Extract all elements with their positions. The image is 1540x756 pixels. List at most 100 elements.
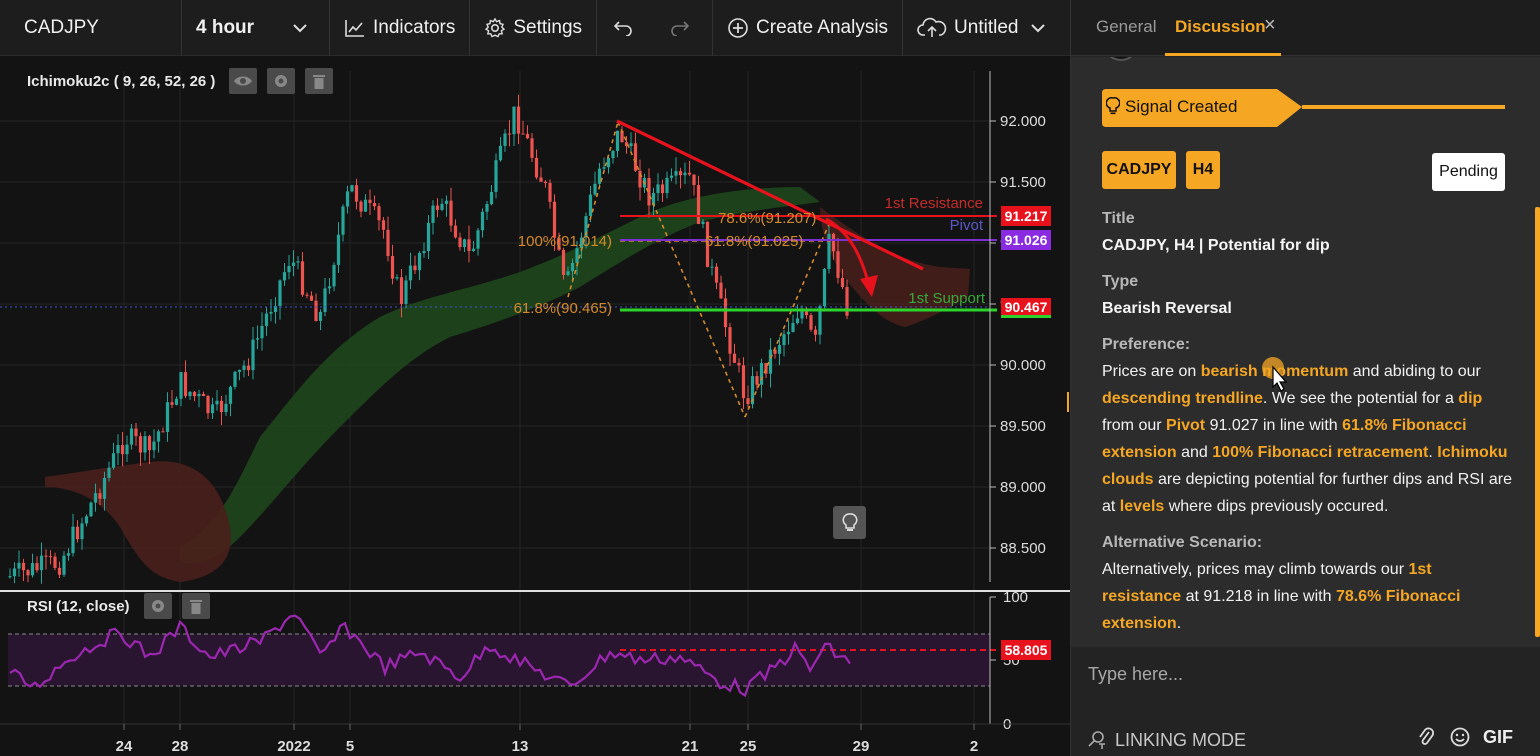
candle-body [327,286,332,289]
candle-body [336,234,341,265]
chart-toolbar: CADJPY 4 hour Indicators Settings Create… [0,0,1070,56]
text-run: from our [1102,417,1167,434]
close-icon[interactable]: × [1264,14,1276,37]
time-axis[interactable]: 24 28 2022 5 13 21 25 29 2 [116,724,979,755]
candle-body [219,400,224,413]
highlight-run[interactable]: descending trendline [1102,390,1263,407]
candle-body [674,171,678,176]
candle-body [449,200,453,226]
candle-body [597,168,602,184]
candle-body [804,311,809,316]
candle-body [287,266,291,273]
candle-body [453,225,458,238]
preference-label: Preference: [1102,336,1191,353]
create-analysis-label: Create Analysis [756,16,889,38]
fib-100-label: 100%(91.014) [518,233,612,250]
highlight-run[interactable]: 100% Fibonacci retracement [1212,444,1428,461]
highlight-run[interactable]: levels [1120,498,1164,515]
candle-body [570,262,575,272]
price-chart[interactable]: 1st Resistance Pivot 1st Support 78.6%(9… [0,57,1070,756]
rsi-settings-gear-icon[interactable] [143,593,172,619]
candle-body [458,237,462,248]
candle-body [512,106,516,135]
indicators-label: Indicators [373,16,456,38]
rsi-tick-label: 100 [1003,589,1028,606]
candle-body [723,298,728,328]
candle-body [525,133,530,139]
candle-body [629,143,633,147]
candle-body [237,369,242,372]
undo-button[interactable] [597,0,655,56]
candle-body [323,288,327,312]
reply-input[interactable] [1071,648,1540,700]
paperclip-icon[interactable] [1417,726,1435,748]
tab-general[interactable]: General [1096,17,1156,37]
text-run: and [1176,444,1213,461]
signal-created-label: Signal Created [1106,97,1237,117]
layout-selector[interactable]: Untitled [903,0,1067,56]
text-run: 91.027 in line with [1205,417,1343,434]
symbol-selector[interactable]: CADJPY [0,0,182,56]
type-label: Type [1102,273,1139,290]
candle-body [201,393,206,397]
composer-toolbar: LINKING MODE GIF [1071,718,1540,756]
candle-body [809,315,813,330]
indicators-button[interactable]: Indicators [330,0,471,56]
candle-body [170,402,174,405]
lightbulb-icon[interactable] [833,506,866,539]
linking-mode-label[interactable]: LINKING MODE [1115,730,1246,751]
candle-body [741,365,746,399]
candle-body [444,200,449,204]
candle-body [62,555,66,575]
rsi-study-label: RSI (12, close) [27,597,130,615]
create-analysis-button[interactable]: Create Analysis [713,0,904,56]
candle-body [746,398,750,405]
candle-body [516,106,521,134]
candle-body [660,184,665,194]
candle-body [782,334,786,346]
eye-icon[interactable] [229,68,258,94]
candle-body [386,229,390,257]
time-tick-label: 28 [172,738,189,755]
study-trash-icon[interactable] [305,68,334,94]
candle-body [768,349,773,374]
candle-body [350,185,354,192]
candle-body [143,436,147,453]
price-axis[interactable]: 92.00091.50091.00090.50090.00089.50089.0… [990,113,1046,557]
price-tick-label: 90.000 [1000,357,1046,374]
chevron-down-icon [1031,23,1046,32]
fib-leg-down [617,121,746,418]
chart-area[interactable]: 1st Resistance Pivot 1st Support 78.6%(9… [0,57,1070,756]
title-value: CADJPY, H4 | Potential for dip [1102,237,1330,254]
redo-button[interactable] [655,0,714,56]
rsi-trash-icon[interactable] [181,593,210,619]
layout-name-label: Untitled [954,16,1019,38]
settings-button[interactable]: Settings [470,0,598,56]
emoji-icon[interactable] [1449,726,1471,748]
candle-body [156,431,161,442]
rsi-axis[interactable]: 100500 [990,589,1028,733]
linking-mode-icon[interactable] [1085,728,1107,750]
study-settings-gear-icon[interactable] [267,68,296,94]
cloud-upload-icon [917,17,947,37]
candle-body [539,177,543,182]
discussion-feed[interactable]: Signal Created CADJPY H4 Pending Title C… [1071,57,1540,647]
candle-body [363,199,368,212]
highlight-run[interactable]: Pivot [1166,417,1205,434]
candle-body [161,431,165,433]
candle-body [278,280,282,306]
candle-body [147,436,152,451]
interval-selector[interactable]: 4 hour [182,0,330,56]
tab-discussion[interactable]: Discussion [1175,17,1266,37]
rsi-value-tag: 58.805 [1001,640,1051,660]
analysis-panel: General Discussion × Signal Created CADJ… [1070,0,1540,756]
candle-body [80,523,84,540]
candle-body [152,441,156,451]
scrollbar-thumb[interactable] [1535,207,1540,637]
highlight-run[interactable]: dip [1458,390,1482,407]
candle-body [8,576,12,578]
active-tab-indicator [1165,53,1281,56]
rsi-legend: RSI (12, close) [27,593,210,619]
gif-button[interactable]: GIF [1483,727,1513,748]
candle-body [332,264,336,287]
